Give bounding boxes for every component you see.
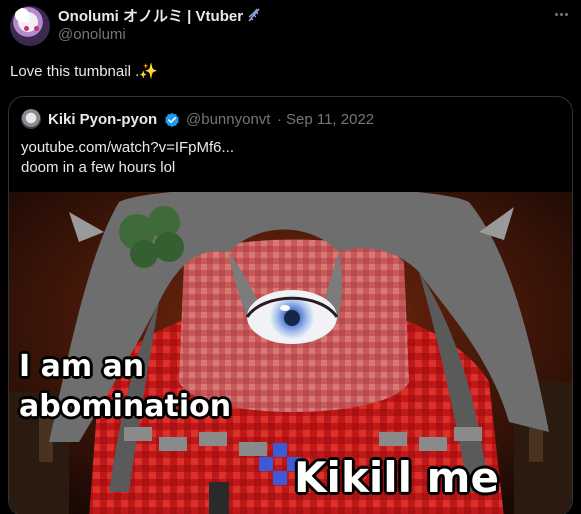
quoted-tweet-card[interactable]: Kiki Pyon-pyon @bunnyonvt · Sep 11, 2022… (8, 96, 573, 514)
quoted-text: doom in a few hours lol (21, 159, 176, 176)
quoted-separator: · (277, 111, 282, 128)
tweet-text: Love this tumbnail .✨ (10, 62, 158, 80)
quoted-display-name[interactable]: Kiki Pyon-pyon (48, 111, 157, 128)
author-handle[interactable]: @onolumi (58, 26, 126, 43)
more-dots-icon[interactable] (549, 6, 573, 22)
thumbnail-caption-line1: I am an (19, 349, 145, 384)
quoted-handle[interactable]: @bunnyonvt (186, 111, 270, 128)
verified-badge-icon (164, 112, 180, 128)
tweet-text-body: Love this tumbnail . (10, 63, 140, 80)
quoted-date[interactable]: Sep 11, 2022 (286, 111, 374, 128)
sparkles-emoji: ✨ (139, 63, 158, 80)
avatar-eye-left (24, 26, 29, 31)
thumbnail-caption-line2: abomination (19, 389, 232, 424)
thumbnail-image[interactable]: I am an abomination Kikill me (9, 192, 572, 514)
avatar[interactable] (10, 6, 50, 46)
dna-icon (246, 7, 262, 23)
quoted-avatar[interactable] (21, 109, 41, 129)
author-display-name[interactable]: Onolumi オノルミ | Vtuber (58, 5, 243, 26)
tweet[interactable]: Onolumi オノルミ | Vtuber @onolumi Love this… (0, 0, 581, 514)
avatar-hair (15, 8, 29, 22)
avatar-eye-right (34, 26, 39, 31)
quoted-link-text[interactable]: youtube.com/watch?v=IFpMf6... (21, 139, 234, 156)
author-name-row[interactable]: Onolumi オノルミ | Vtuber (58, 5, 262, 26)
thumbnail-caption-main: Kikill me (294, 453, 499, 502)
